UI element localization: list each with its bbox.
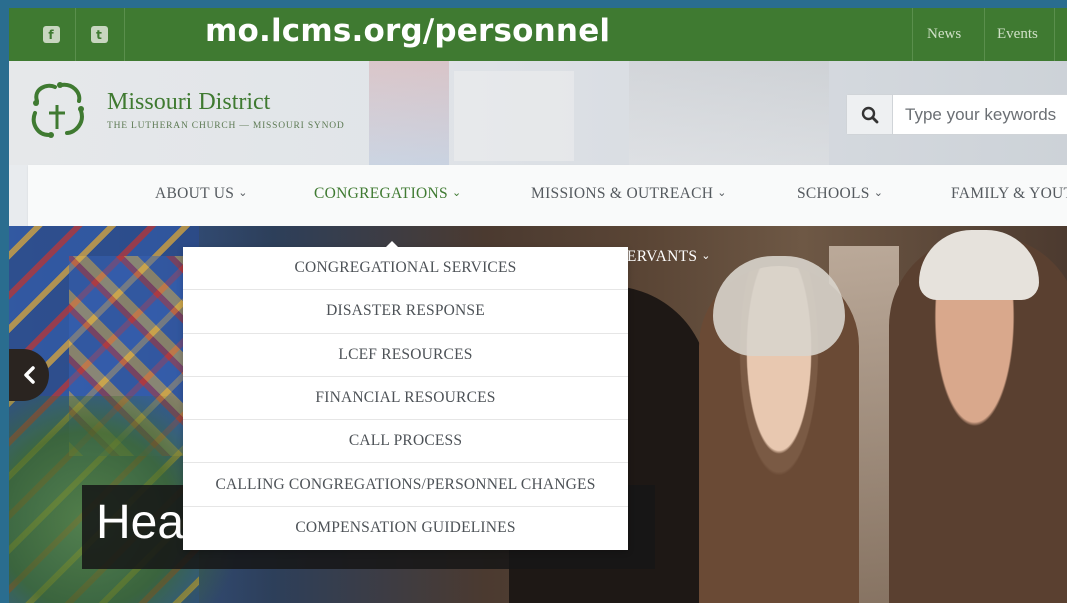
menu-item-congregational-services[interactable]: CONGREGATIONAL SERVICES (183, 247, 628, 291)
divider (75, 8, 76, 61)
divider (124, 8, 125, 61)
brand-subtitle: THE LUTHERAN CHURCH — MISSOURI SYNOD (107, 121, 345, 131)
nav-congregations[interactable]: CONGREGATIONS ⌄ (314, 185, 461, 203)
facebook-link[interactable]: f (33, 8, 69, 61)
twitter-icon: t (90, 26, 108, 43)
chevron-down-icon: ⌄ (451, 187, 462, 199)
nav-label: SERVANTS (618, 248, 698, 265)
hero-caption-text: Hea (96, 496, 185, 549)
search-box (846, 94, 1067, 135)
chevron-left-icon (24, 366, 35, 384)
nav-label: MISSIONS & OUTREACH (531, 185, 714, 202)
window-background (629, 61, 829, 165)
stained-glass-background (369, 61, 449, 165)
nav-label: ABOUT US (155, 185, 235, 202)
congregations-dropdown-menu: CONGREGATIONAL SERVICES DISASTER RESPONS… (183, 241, 628, 550)
web-page: f t mo.lcms.org/personnel News Events Mi… (9, 8, 1067, 603)
twitter-link[interactable]: t (81, 8, 117, 61)
nav-about-us[interactable]: ABOUT US ⌄ (155, 185, 248, 203)
divider (912, 8, 913, 61)
search-button[interactable] (847, 95, 893, 134)
chevron-down-icon: ⌄ (717, 187, 727, 199)
divider (1054, 8, 1055, 61)
search-input[interactable] (905, 104, 1067, 126)
nav-label: CONGREGATIONS (314, 185, 448, 202)
news-link[interactable]: News (927, 26, 961, 43)
search-icon (861, 106, 878, 123)
menu-item-financial-resources[interactable]: FINANCIAL RESOURCES (183, 377, 628, 421)
url-overlay-text: mo.lcms.org/personnel (205, 13, 611, 49)
menu-item-calling-congregations[interactable]: CALLING CONGREGATIONS/PERSONNEL CHANGES (183, 463, 628, 507)
events-link[interactable]: Events (997, 26, 1038, 43)
divider (984, 8, 985, 61)
chevron-down-icon: ⌄ (873, 187, 884, 199)
nav-schools[interactable]: SCHOOLS ⌄ (797, 185, 883, 203)
window-background (454, 71, 574, 161)
person-image (699, 256, 859, 603)
facebook-icon: f (42, 26, 60, 43)
menu-item-compensation-guidelines[interactable]: COMPENSATION GUIDELINES (183, 507, 628, 550)
dropdown-pointer (385, 241, 399, 248)
nav-missions-outreach[interactable]: MISSIONS & OUTREACH ⌄ (531, 185, 727, 203)
site-header: Missouri District THE LUTHERAN CHURCH — … (9, 61, 1067, 165)
person-image (889, 230, 1067, 603)
brand-title[interactable]: Missouri District (107, 89, 270, 116)
chevron-down-icon: ⌄ (701, 250, 711, 262)
nav-label: FAMILY & YOUT (951, 185, 1067, 202)
nav-family-youth[interactable]: FAMILY & YOUT (951, 185, 1067, 203)
district-logo-icon[interactable] (27, 79, 87, 141)
menu-item-disaster-response[interactable]: DISASTER RESPONSE (183, 290, 628, 334)
top-bar: f t mo.lcms.org/personnel News Events (9, 8, 1067, 61)
menu-item-call-process[interactable]: CALL PROCESS (183, 420, 628, 464)
menu-item-lcef-resources[interactable]: LCEF RESOURCES (183, 334, 628, 377)
main-nav: ABOUT US ⌄ CONGREGATIONS ⌄ MISSIONS & OUTR… (28, 165, 1067, 226)
chevron-down-icon: ⌄ (238, 187, 248, 199)
nav-label: SCHOOLS (797, 185, 870, 202)
nav-servants[interactable]: SERVANTS ⌄ (618, 248, 711, 266)
